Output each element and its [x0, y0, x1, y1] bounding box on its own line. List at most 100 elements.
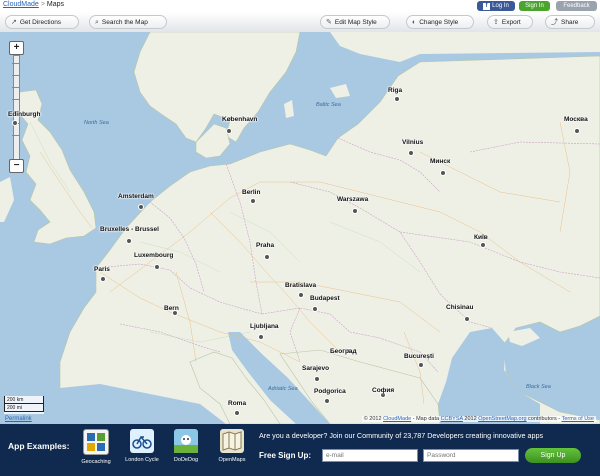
- city-marker[interactable]: [154, 264, 160, 270]
- city-label-chisinau: Chisinau: [446, 304, 474, 311]
- city-label-luxembourg: Luxembourg: [134, 252, 174, 259]
- city-marker[interactable]: [298, 292, 304, 298]
- attribution-map-data: - Map data: [412, 416, 440, 422]
- facebook-login-button[interactable]: f Log In: [477, 1, 515, 11]
- city-label-bucuresti: București: [404, 353, 434, 360]
- zoom-in-button[interactable]: +: [9, 41, 24, 55]
- map-scale-bar: 200 km 200 mi: [4, 396, 44, 414]
- city-label-berlin: Berlin: [242, 189, 261, 196]
- sea-label-baltic-sea: Baltic Sea: [316, 102, 341, 108]
- zoom-step: [12, 99, 19, 100]
- attribution-contributors: contributors -: [528, 416, 561, 422]
- app-geocaching[interactable]: Geocaching: [74, 429, 118, 465]
- city-marker[interactable]: [480, 242, 486, 248]
- zoom-slider[interactable]: [13, 55, 20, 160]
- zoom-step: [12, 87, 19, 88]
- get-directions-button[interactable]: ↗ Get Directions: [5, 15, 79, 29]
- attribution-copyright: © 2012: [363, 416, 382, 422]
- app-openmaps[interactable]: OpenMaps: [210, 429, 254, 463]
- city-label-ljubljana: Ljubljana: [250, 323, 279, 330]
- app-caption: Geocaching: [81, 459, 111, 465]
- facebook-login-label: Log In: [492, 3, 509, 9]
- app-caption: OpenMaps: [218, 457, 246, 463]
- city-marker[interactable]: [258, 334, 264, 340]
- directions-icon: ↗: [11, 19, 17, 26]
- city-marker[interactable]: [574, 128, 580, 134]
- map-land-layer: [0, 32, 600, 424]
- city-label-sofia: София: [372, 387, 395, 394]
- feedback-button[interactable]: Feedback: [556, 1, 597, 11]
- export-button[interactable]: ⇪ Export: [487, 15, 533, 29]
- ccbysa-link[interactable]: CCBYSA: [441, 416, 463, 422]
- top-bar: CloudMade > Maps f Log In Sign In Feedback: [0, 0, 600, 12]
- city-marker[interactable]: [126, 238, 132, 244]
- city-label-bruxelles: Bruxelles - Brussel: [100, 226, 159, 233]
- promo-footer: App Examples: Geocaching London Cycle Do…: [0, 424, 600, 476]
- password-field[interactable]: [423, 449, 519, 462]
- breadcrumb-current: Maps: [46, 1, 65, 8]
- app-caption: London Cycle: [125, 457, 159, 463]
- search-map-button[interactable]: ⌕ Search the Map: [89, 15, 167, 29]
- app-dodedog[interactable]: DoDeDog: [164, 429, 208, 463]
- get-directions-label: Get Directions: [19, 19, 62, 26]
- city-label-riga: Riga: [388, 87, 403, 94]
- change-style-label: Change Style: [419, 19, 459, 26]
- sign-up-button[interactable]: Sign Up: [525, 448, 581, 463]
- map-icon: [220, 429, 244, 453]
- search-icon: ⌕: [95, 19, 99, 26]
- share-button[interactable]: ⤴ Share: [545, 15, 595, 29]
- openstreetmap-link[interactable]: OpenStreetMap.org: [478, 416, 526, 422]
- terms-of-use-link[interactable]: Terms of Use: [562, 416, 594, 422]
- city-marker[interactable]: [264, 254, 270, 260]
- city-marker[interactable]: [324, 398, 330, 404]
- change-style-button[interactable]: ◐ Change Style: [406, 15, 474, 29]
- edit-map-style-button[interactable]: ✎ Edit Map Style: [320, 15, 390, 29]
- city-label-amsterdam: Amsterdam: [118, 193, 154, 200]
- city-marker[interactable]: [12, 120, 18, 126]
- city-marker[interactable]: [440, 170, 446, 176]
- city-marker[interactable]: [352, 208, 358, 214]
- sea-label-north-sea: North Sea: [84, 120, 109, 126]
- sea-label-black-sea: Black Sea: [526, 384, 551, 390]
- app-caption: DoDeDog: [173, 457, 199, 463]
- city-label-praha: Praha: [256, 242, 275, 249]
- sign-in-button[interactable]: Sign In: [519, 1, 550, 11]
- city-marker[interactable]: [464, 316, 470, 322]
- dog-icon: [174, 429, 198, 453]
- city-label-kyiv: Київ: [474, 234, 488, 241]
- city-label-roma: Roma: [228, 400, 247, 407]
- geocaching-icon: [83, 429, 109, 455]
- export-icon: ⇪: [493, 19, 499, 26]
- map-canvas[interactable]: + − North Sea Baltic Sea Adriatic Sea Bl…: [0, 32, 600, 424]
- city-marker[interactable]: [314, 376, 320, 382]
- city-label-edinburgh: Edinburgh: [8, 111, 41, 118]
- city-marker[interactable]: [394, 96, 400, 102]
- city-marker[interactable]: [418, 362, 424, 368]
- city-label-bratislava: Bratislava: [285, 282, 317, 289]
- city-label-moskva: Москва: [564, 116, 588, 123]
- city-marker[interactable]: [100, 276, 106, 282]
- map-attribution: © 2012 CloudMade - Map data CCBYSA 2012 …: [361, 416, 596, 422]
- city-label-minsk: Минск: [430, 158, 451, 165]
- share-label: Share: [561, 19, 579, 26]
- zoom-out-button[interactable]: −: [9, 159, 24, 173]
- map-toolbar: ↗ Get Directions ⌕ Search the Map ✎ Edit Ma…: [0, 12, 600, 33]
- city-marker[interactable]: [226, 128, 232, 134]
- city-marker[interactable]: [408, 150, 414, 156]
- zoom-step: [12, 63, 19, 64]
- permalink-link[interactable]: Permalink: [5, 416, 32, 422]
- bicycle-icon: [130, 429, 154, 453]
- attribution-year: 2012: [464, 416, 477, 422]
- city-label-vilnius: Vilnius: [402, 139, 424, 146]
- city-marker[interactable]: [250, 198, 256, 204]
- app-london-cycle[interactable]: London Cycle: [120, 429, 164, 463]
- cloudmade-link[interactable]: CloudMade: [383, 416, 411, 422]
- city-label-kobenhavn: København: [222, 116, 258, 123]
- zoom-step: [12, 135, 19, 136]
- city-marker[interactable]: [138, 204, 144, 210]
- breadcrumb-home-link[interactable]: CloudMade: [3, 1, 39, 8]
- scale-mi: 200 mi: [4, 404, 44, 412]
- city-marker[interactable]: [234, 410, 240, 416]
- email-field[interactable]: [322, 449, 418, 462]
- city-marker[interactable]: [312, 306, 318, 312]
